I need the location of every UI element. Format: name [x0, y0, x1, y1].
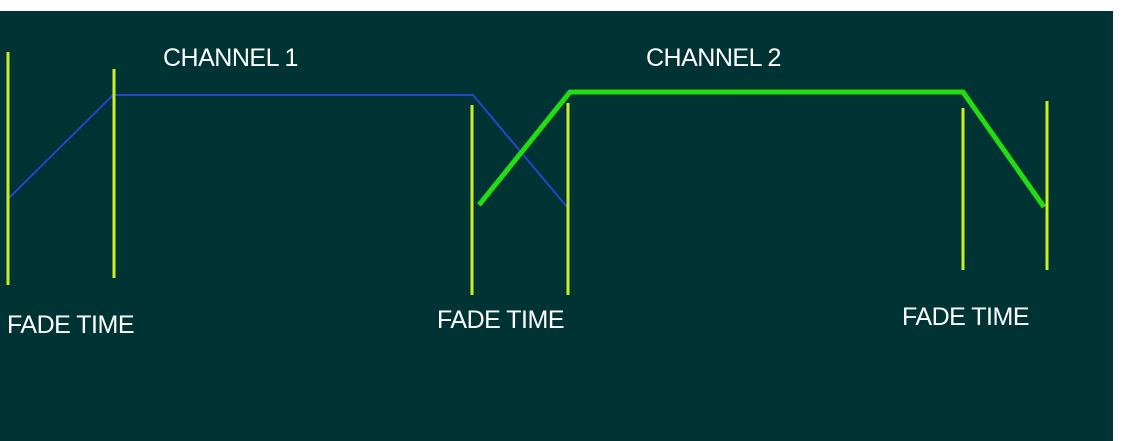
- diagram-background: [0, 11, 1113, 441]
- channel-1-label: CHANNEL 1: [163, 44, 298, 72]
- fade-time-label-2: FADE TIME: [437, 306, 564, 334]
- channel-2-label: CHANNEL 2: [646, 44, 781, 72]
- crossfade-diagram: CHANNEL 1 CHANNEL 2 FADE TIME FADE TIME …: [0, 11, 1113, 441]
- fade-time-label-3: FADE TIME: [902, 303, 1029, 331]
- fade-time-label-1: FADE TIME: [7, 311, 134, 339]
